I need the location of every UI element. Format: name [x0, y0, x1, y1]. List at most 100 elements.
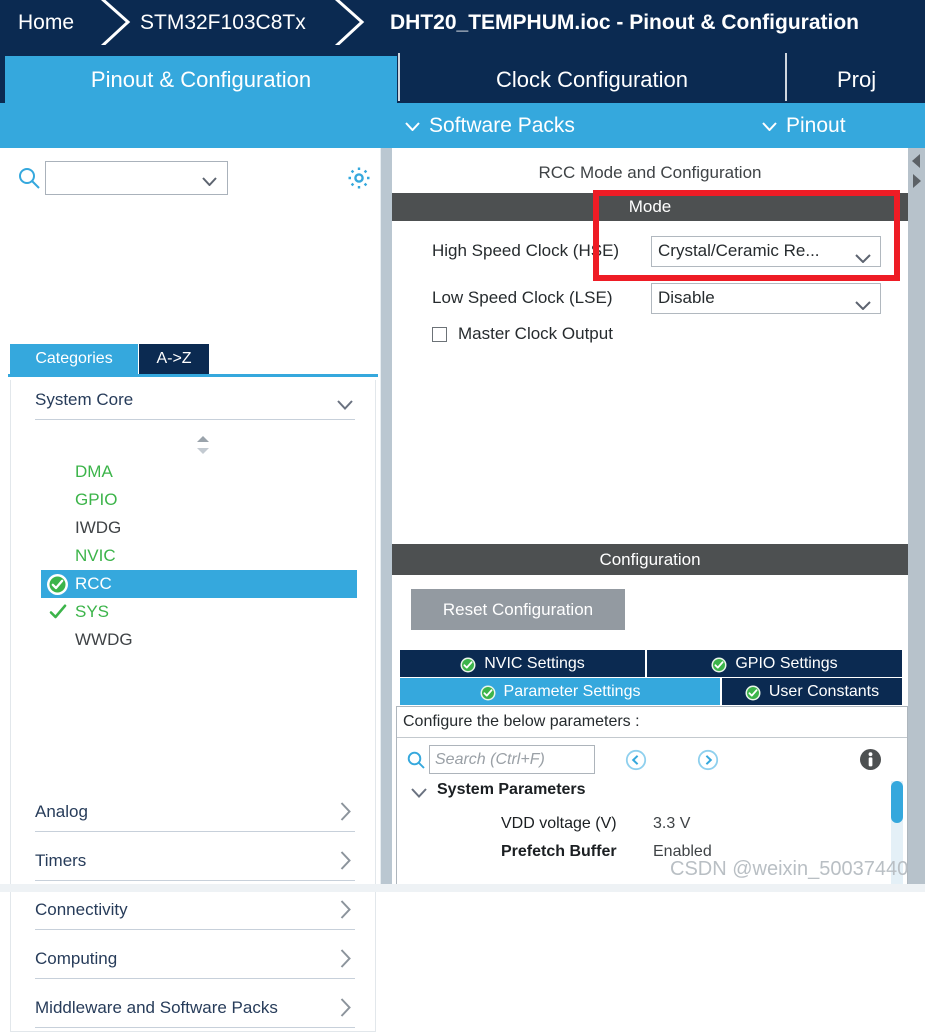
- check-circle-icon-3: [480, 685, 496, 701]
- category-tabs-underline: [8, 374, 378, 377]
- software-packs-label: Software Packs: [429, 113, 575, 137]
- search-next-icon[interactable]: [697, 749, 719, 771]
- hse-label: High Speed Clock (HSE): [432, 241, 620, 260]
- configuration-section-header: Configuration: [392, 544, 908, 575]
- tab-gpio-settings-label: GPIO Settings: [735, 654, 838, 672]
- tree-group-label: System Parameters: [437, 781, 586, 798]
- tab-user-constants[interactable]: User Constants: [722, 678, 902, 705]
- tab-a-to-z[interactable]: A->Z: [139, 344, 209, 374]
- group-system-core-label: System Core: [35, 389, 134, 409]
- tree-group-system-parameters[interactable]: System Parameters: [411, 781, 586, 799]
- sidebar-item-nvic-label: NVIC: [75, 546, 116, 565]
- subbar: Software Packs Pinout: [0, 103, 925, 148]
- group-analog[interactable]: Analog: [35, 792, 355, 832]
- main-vertical-scrollbar[interactable]: [908, 148, 925, 892]
- pinout-menu[interactable]: Pinout: [762, 103, 846, 148]
- configuration-tabs-row-2: Parameter Settings User Constants: [400, 678, 908, 705]
- list-sort-handle[interactable]: [194, 435, 212, 455]
- sidebar-item-dma[interactable]: DMA: [41, 458, 357, 486]
- group-connectivity[interactable]: Connectivity: [35, 890, 355, 930]
- breadcrumb: Home STM32F103C8Tx DHT20_TEMPHUM.ioc - P…: [0, 0, 925, 45]
- gear-icon[interactable]: [347, 166, 371, 190]
- tab-pinout-configuration[interactable]: Pinout & Configuration: [5, 56, 397, 103]
- breadcrumb-home[interactable]: Home: [18, 0, 74, 45]
- pinout-label: Pinout: [786, 113, 846, 137]
- check-icon: [49, 603, 67, 621]
- search-previous-icon[interactable]: [625, 749, 647, 771]
- breadcrumb-mcu[interactable]: STM32F103C8Tx: [140, 0, 306, 45]
- mode-section-header: Mode: [392, 193, 908, 221]
- lse-select[interactable]: Disable: [651, 282, 881, 314]
- chevron-right-icon-2: [340, 851, 351, 870]
- group-system-core[interactable]: System Core: [35, 380, 355, 420]
- sidebar-item-dma-label: DMA: [75, 462, 113, 481]
- panel-collapse-arrows[interactable]: [908, 150, 925, 200]
- tab-nvic-settings[interactable]: NVIC Settings: [400, 650, 645, 677]
- check-circle-icon-2: [711, 657, 727, 673]
- tab-divider-2: [785, 53, 787, 101]
- chevron-right-icon-4: [340, 949, 351, 968]
- chevron-right-icon-5: [340, 998, 351, 1017]
- parameter-search-input[interactable]: Search (Ctrl+F): [429, 745, 595, 774]
- tab-gpio-settings[interactable]: GPIO Settings: [647, 650, 902, 677]
- sidebar-item-wwdg[interactable]: WWDG: [41, 626, 357, 654]
- master-clock-output-label: Master Clock Output: [458, 324, 613, 343]
- sidebar-item-gpio[interactable]: GPIO: [41, 486, 357, 514]
- panel-splitter[interactable]: [381, 148, 392, 892]
- search-icon: [18, 167, 40, 189]
- table-row[interactable]: Prefetch Buffer Enabled: [397, 839, 867, 865]
- check-circle-icon-4: [745, 685, 761, 701]
- chevron-down-icon: [411, 785, 427, 798]
- tab-user-constants-label: User Constants: [768, 682, 880, 700]
- parameter-scrollbar[interactable]: [891, 781, 903, 887]
- group-analog-label: Analog: [35, 801, 88, 821]
- parameter-search-row: Search (Ctrl+F): [397, 743, 907, 777]
- check-circle-icon: [460, 657, 476, 673]
- tab-project-manager[interactable]: Proj: [787, 56, 925, 103]
- hse-select[interactable]: Crystal/Ceramic Re...: [651, 235, 881, 267]
- reset-configuration-button[interactable]: Reset Configuration: [411, 589, 625, 630]
- lse-select-value: Disable: [658, 288, 715, 307]
- sidebar-item-nvic[interactable]: NVIC: [41, 542, 357, 570]
- software-packs-menu[interactable]: Software Packs: [405, 103, 575, 148]
- sidebar-item-iwdg[interactable]: IWDG: [41, 514, 357, 542]
- group-timers[interactable]: Timers: [35, 841, 355, 881]
- check-circle-icon: [47, 574, 68, 595]
- parameter-tree: System Parameters VDD voltage (V) 3.3 V …: [397, 781, 907, 887]
- sidebar-item-wwdg-label: WWDG: [75, 630, 133, 649]
- table-row[interactable]: VDD voltage (V) 3.3 V: [397, 811, 867, 837]
- chevron-down-icon: [337, 395, 353, 410]
- configuration-section: Configuration Reset Configuration NVIC S…: [392, 544, 908, 892]
- sidebar-item-sys[interactable]: SYS: [41, 598, 357, 626]
- master-clock-output-row[interactable]: Master Clock Output: [432, 324, 613, 344]
- info-icon[interactable]: [859, 748, 882, 771]
- sidebar-search-input[interactable]: [45, 161, 228, 195]
- parameter-search-placeholder: Search (Ctrl+F): [435, 750, 545, 768]
- field-row-hse: High Speed Clock (HSE) Crystal/Ceramic R…: [392, 234, 908, 268]
- param-name-vdd-voltage: VDD voltage (V): [501, 815, 617, 832]
- breadcrumb-chevron-icon: [96, 0, 136, 45]
- group-middleware-software-packs[interactable]: Middleware and Software Packs: [35, 988, 355, 1028]
- breadcrumb-current-file: DHT20_TEMPHUM.ioc - Pinout & Configurati…: [390, 10, 859, 34]
- group-connectivity-label: Connectivity: [35, 899, 128, 919]
- parameter-scrollbar-thumb[interactable]: [891, 781, 903, 823]
- rcc-configuration-panel: RCC Mode and Configuration Mode High Spe…: [392, 148, 908, 892]
- tab-clock-configuration[interactable]: Clock Configuration: [399, 56, 785, 103]
- tab-categories[interactable]: Categories: [10, 344, 138, 374]
- sidebar-item-gpio-label: GPIO: [75, 490, 118, 509]
- sidebar-item-rcc[interactable]: RCC: [41, 570, 357, 598]
- sidebar-item-sys-label: SYS: [75, 602, 110, 621]
- param-name-prefetch-buffer: Prefetch Buffer: [501, 843, 617, 860]
- chevron-down-icon-2: [762, 122, 777, 131]
- master-clock-output-checkbox[interactable]: [432, 326, 447, 342]
- param-value-vdd-voltage: 3.3 V: [653, 815, 691, 832]
- chevron-right-icon-3: [340, 900, 351, 919]
- panel-title: RCC Mode and Configuration: [538, 163, 762, 182]
- lse-label: Low Speed Clock (LSE): [432, 288, 613, 307]
- configure-instruction: Configure the below parameters :: [397, 707, 907, 738]
- group-computing[interactable]: Computing: [35, 939, 355, 979]
- configuration-tabs-row-1: NVIC Settings GPIO Settings: [400, 650, 908, 677]
- chevron-down-icon-2: [855, 295, 871, 310]
- group-middleware-label: Middleware and Software Packs: [35, 997, 278, 1017]
- tab-parameter-settings[interactable]: Parameter Settings: [400, 678, 720, 705]
